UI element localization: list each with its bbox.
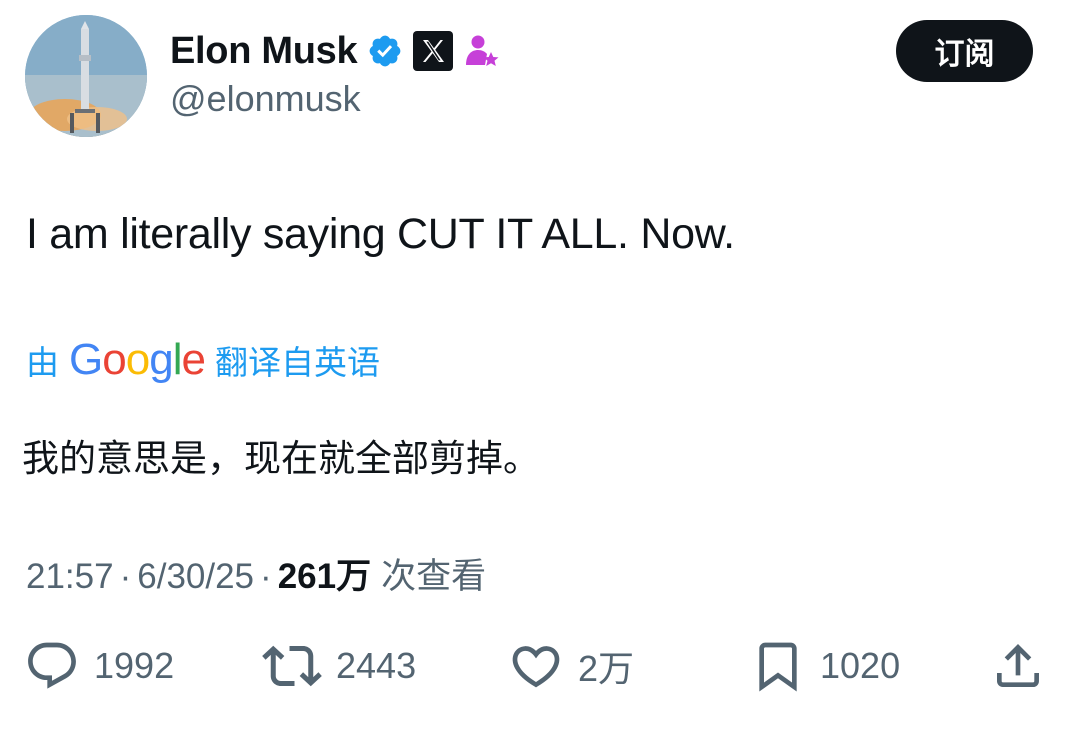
views-count: 261万 <box>277 557 372 596</box>
google-logo: Google <box>69 335 206 384</box>
tweet-time[interactable]: 21:57 <box>26 557 114 597</box>
author-name-row: Elon Musk <box>170 26 501 76</box>
meta-separator: · <box>260 557 272 596</box>
bookmark-button[interactable]: 1020 <box>750 636 900 696</box>
person-star-icon[interactable] <box>463 32 501 70</box>
tweet-date[interactable]: 6/30/25 <box>137 557 254 597</box>
translation-suffix: 翻译自英语 <box>214 343 380 382</box>
reply-icon <box>28 642 76 689</box>
translation-prefix: 由 <box>26 343 59 382</box>
reply-button[interactable]: 1992 <box>24 636 174 696</box>
reply-count: 1992 <box>94 645 175 686</box>
tweet-meta: 21:57 · 6/30/25 · 261万 次查看 <box>26 548 486 599</box>
avatar[interactable] <box>25 15 147 137</box>
share-button[interactable] <box>990 636 1046 696</box>
author-handle[interactable]: @elonmusk <box>170 78 361 120</box>
views-label: 次查看 <box>381 557 487 597</box>
like-count: 2万 <box>578 648 635 689</box>
author-display-name[interactable]: Elon Musk <box>170 30 358 73</box>
share-icon <box>997 644 1039 687</box>
repost-button[interactable]: 2443 <box>262 636 416 696</box>
subscribe-button[interactable]: 订阅 <box>896 20 1033 82</box>
translation-attribution[interactable]: 由 Google 翻译自英语 <box>26 335 380 385</box>
tweet-text: I am literally saying CUT IT ALL. Now. <box>26 210 735 258</box>
repost-count: 2443 <box>336 645 417 686</box>
translated-text: 我的意思是，现在就全部剪掉。 <box>22 437 540 480</box>
heart-icon <box>512 646 560 688</box>
meta-separator: · <box>119 557 132 596</box>
bookmark-count: 1020 <box>820 645 901 686</box>
verified-badge-icon[interactable] <box>367 33 403 69</box>
rocket-launch-avatar <box>25 15 147 137</box>
bookmark-icon <box>759 642 797 692</box>
x-affiliate-icon[interactable] <box>413 31 454 71</box>
action-bar: 1992 2443 2万 1020 <box>0 636 1080 696</box>
like-button[interactable]: 2万 <box>508 636 634 696</box>
repost-icon <box>262 645 322 687</box>
